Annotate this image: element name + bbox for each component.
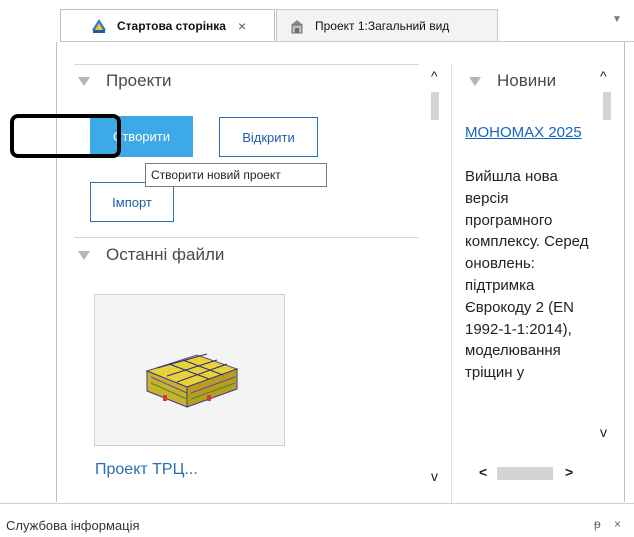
section-title: Проекти (106, 71, 172, 90)
recent-files-section-header[interactable]: Останні файли (78, 245, 224, 265)
scroll-left-icon[interactable]: < (479, 464, 487, 480)
scrollbar-thumb[interactable] (431, 92, 439, 120)
focus-highlight-box (10, 114, 121, 158)
tab-label: Проект 1:Загальний вид (315, 18, 450, 33)
news-section-header[interactable]: Новини (469, 71, 556, 91)
collapse-triangle-icon (78, 76, 90, 86)
scroll-up-icon[interactable]: ^ (431, 68, 438, 84)
news-title-link[interactable]: МОНОМАХ 2025 (465, 123, 590, 142)
building-model-preview (145, 353, 239, 408)
collapse-triangle-icon (78, 250, 90, 260)
close-icon[interactable]: × (614, 517, 621, 531)
panel-right-border (624, 42, 625, 502)
pin-icon[interactable]: ᵽ (594, 517, 601, 531)
open-button[interactable]: Відкрити (219, 117, 318, 157)
projects-section-header[interactable]: Проекти (78, 71, 172, 91)
tab-project-general-view[interactable]: Проект 1:Загальний вид (276, 9, 498, 42)
tab-strip-divider (60, 41, 634, 42)
scroll-up-icon[interactable]: ^ (600, 68, 607, 84)
tab-start-page[interactable]: Стартова сторінка × (60, 9, 275, 42)
scroll-down-icon[interactable]: v (600, 424, 607, 440)
news-body-text: Вийшла нова версія програмного комплексу… (465, 168, 589, 382)
panel-title: Службова інформація (6, 518, 140, 533)
section-title: Останні файли (106, 245, 225, 264)
scroll-down-icon[interactable]: v (431, 468, 438, 484)
recent-file-link[interactable]: Проект ТРЦ... (95, 461, 198, 479)
recent-file-thumbnail[interactable] (94, 294, 285, 446)
building-icon (291, 19, 303, 33)
scrollbar-thumb[interactable] (603, 92, 611, 120)
horizontal-scrollbar-thumb[interactable] (497, 467, 553, 480)
section-title: Новини (497, 71, 557, 90)
tab-label: Стартова сторінка (117, 19, 226, 33)
collapse-triangle-icon (469, 76, 481, 86)
tab-overflow-icon[interactable]: ▼ (612, 14, 622, 25)
document-tab-bar: Стартова сторінка × Проект 1:Загальний в… (0, 0, 634, 42)
tooltip: Створити новий проект (145, 163, 327, 187)
scroll-right-icon[interactable]: > (565, 464, 573, 480)
close-icon[interactable]: × (238, 18, 246, 34)
divider (74, 64, 419, 65)
start-page-icon (92, 19, 106, 33)
import-button[interactable]: Імпорт (90, 182, 174, 222)
panel-left-border (56, 42, 57, 502)
news-divider (451, 64, 452, 504)
divider (74, 237, 419, 238)
